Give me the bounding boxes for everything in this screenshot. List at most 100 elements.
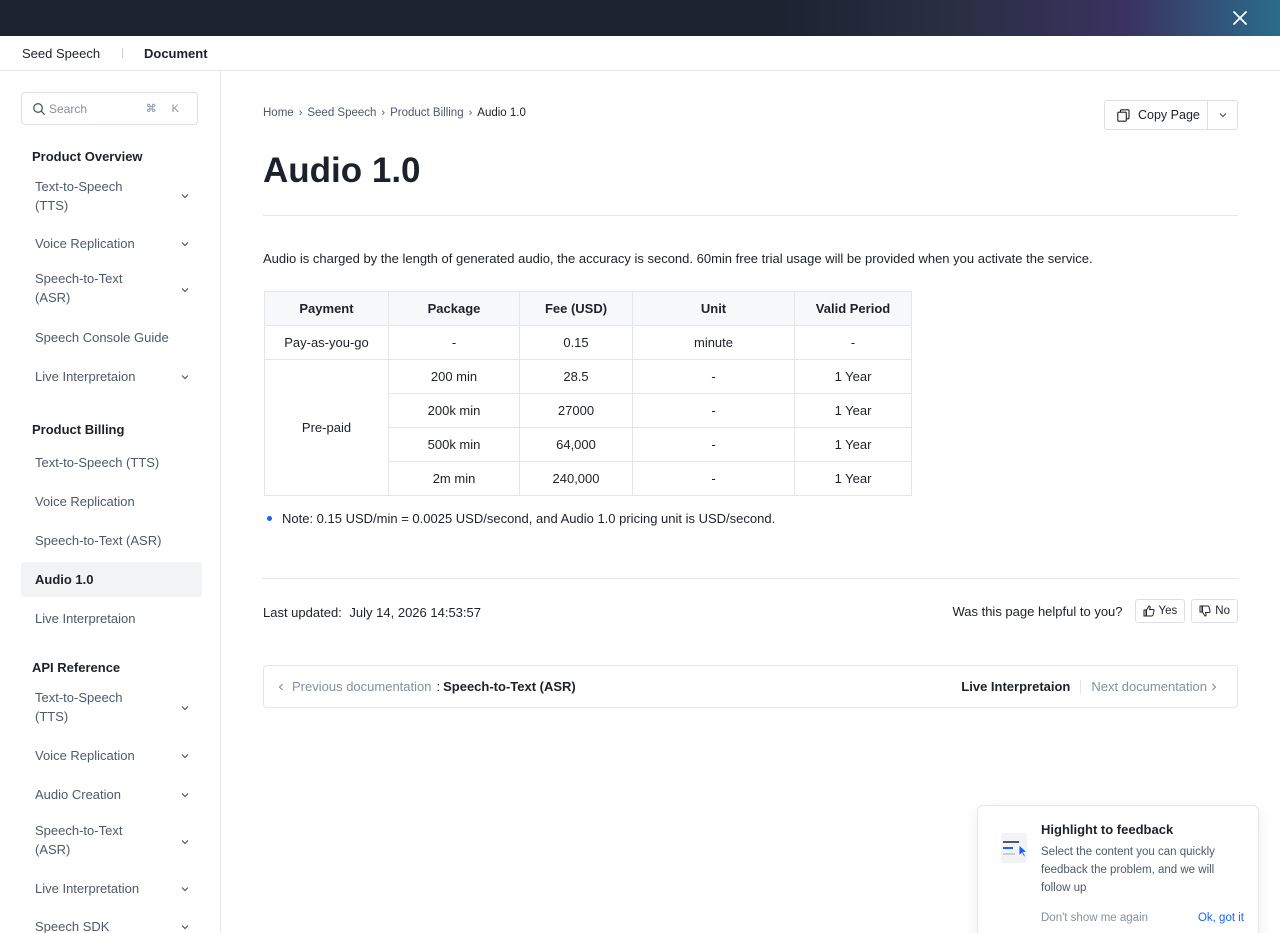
- sidebar-item-api-audio-creation[interactable]: Audio Creation: [21, 785, 202, 805]
- next-doc-title: Live Interpretaion: [961, 679, 1071, 694]
- sidebar-item-billing-asr[interactable]: Speech-to-Text (ASR): [21, 531, 202, 551]
- highlight-feedback-popup: Highlight to feedback Select the content…: [977, 805, 1259, 933]
- table-cell: -: [632, 427, 795, 462]
- sidebar-item-speech-console-guide[interactable]: Speech Console Guide: [21, 328, 202, 348]
- table-cell: 28.5: [519, 359, 633, 394]
- breadcrumb-home[interactable]: Home: [263, 107, 294, 119]
- chevron-down-icon: [181, 706, 189, 711]
- sidebar-item-label: Speech SDK: [35, 919, 110, 933]
- previous-doc-separator: :: [436, 679, 441, 694]
- table-row: Pre-paid 200 min 28.5 - 1 Year: [264, 359, 912, 496]
- table-cell: 200k min: [388, 393, 520, 428]
- chevron-down-icon: [1219, 113, 1226, 118]
- brand-link[interactable]: Seed Speech: [22, 46, 100, 61]
- table-cell: 2m min: [388, 461, 520, 496]
- next-doc-divider: [1080, 679, 1082, 694]
- sidebar-item-api-live-interpretation[interactable]: Live Interpretation: [21, 879, 202, 899]
- document-tab[interactable]: Document: [144, 46, 208, 61]
- column-header: Payment: [264, 291, 389, 326]
- sidebar: Search ⌘ K Product Overview Text-to-Spee…: [0, 71, 221, 933]
- table-cell: Pay-as-you-go: [264, 325, 389, 360]
- dont-show-again-button[interactable]: Don't show me again: [1041, 912, 1148, 924]
- no-label: No: [1215, 605, 1230, 617]
- bullet-dot: [267, 516, 272, 521]
- chevron-left-icon: [278, 683, 283, 690]
- table-cell: 27000: [519, 393, 633, 428]
- chevron-down-icon: [181, 754, 189, 759]
- copy-page-button[interactable]: Copy Page: [1105, 101, 1208, 129]
- next-doc-link[interactable]: Live Interpretaion Next documentation: [961, 679, 1219, 694]
- content-divider: [263, 578, 1238, 579]
- table-cell: -: [388, 325, 520, 360]
- table-cell: -: [632, 393, 795, 428]
- sidebar-item-label: Voice Replication: [35, 494, 135, 509]
- column-header: Unit: [632, 291, 795, 326]
- no-button[interactable]: No: [1191, 599, 1238, 623]
- column-header: Fee (USD): [519, 291, 633, 326]
- pricing-note-text: Note: 0.15 USD/min = 0.0025 USD/second, …: [282, 511, 776, 526]
- table-cell: -: [632, 461, 795, 496]
- sidebar-item-api-speech-sdk[interactable]: Speech SDK: [21, 917, 202, 933]
- group-title-product-billing: Product Billing: [32, 422, 125, 437]
- copy-page-dropdown[interactable]: [1208, 101, 1237, 129]
- table-cell: minute: [632, 325, 795, 360]
- yes-label: Yes: [1158, 605, 1178, 617]
- last-updated: Last updated: July 14, 2026 14:53:57: [263, 605, 481, 620]
- next-doc-label: Next documentation: [1091, 679, 1207, 694]
- chevron-down-icon: [181, 242, 189, 247]
- chevron-down-icon: [181, 793, 189, 798]
- search-shortcut: ⌘ K: [145, 103, 185, 115]
- search-icon: [33, 103, 45, 115]
- table-cell: -: [632, 359, 795, 394]
- chevron-right-icon: ›: [298, 107, 303, 119]
- sidebar-item-overview-asr[interactable]: Speech-to-Text (ASR): [21, 269, 202, 309]
- thumbs-up-icon: [1143, 605, 1155, 617]
- sidebar-item-api-voice-replication[interactable]: Voice Replication: [21, 746, 202, 766]
- sidebar-item-label: Text-to-Speech (TTS): [35, 455, 160, 470]
- chevron-down-icon: [181, 375, 189, 380]
- table-row: Pay-as-you-go - 0.15 minute -: [264, 325, 912, 360]
- copy-page-label: Copy Page: [1138, 108, 1200, 122]
- table-cell: 200 min: [388, 359, 520, 394]
- chevron-down-icon: [181, 288, 189, 293]
- pricing-table: Payment Package Fee (USD) Unit Valid Per…: [264, 291, 912, 496]
- sidebar-item-billing-live-interpretaion[interactable]: Live Interpretaion: [21, 609, 202, 629]
- table-cell: 1 Year: [794, 427, 912, 462]
- sidebar-item-overview-voice-replication[interactable]: Voice Replication: [21, 234, 202, 254]
- chevron-down-icon: [181, 840, 189, 845]
- page-title: Audio 1.0: [263, 151, 421, 190]
- table-cell: 1 Year: [794, 461, 912, 496]
- search-placeholder: Search: [49, 102, 88, 116]
- table-cell: -: [794, 325, 912, 360]
- sidebar-item-overview-live-interpretaion[interactable]: Live Interpretaion: [21, 367, 202, 387]
- sidebar-item-api-tts[interactable]: Text-to-Speech (TTS): [21, 687, 202, 727]
- previous-doc-title: Speech-to-Text (ASR): [443, 679, 576, 694]
- sidebar-item-label: Speech Console Guide: [35, 330, 169, 345]
- sidebar-item-label: Live Interpretation: [35, 881, 140, 896]
- chevron-down-icon: [181, 194, 189, 199]
- sidebar-item-audio-1-0[interactable]: Audio 1.0: [21, 562, 202, 597]
- doc-header: Seed Speech Document: [0, 36, 1280, 71]
- search-input[interactable]: Search ⌘ K: [21, 92, 198, 125]
- chevron-down-icon: [181, 887, 189, 892]
- sidebar-item-billing-voice-replication[interactable]: Voice Replication: [21, 492, 202, 512]
- previous-doc-link[interactable]: Previous documentation : Speech-to-Text …: [276, 679, 576, 694]
- table-cell: 1 Year: [794, 359, 912, 394]
- breadcrumb-product-billing[interactable]: Product Billing: [390, 107, 464, 119]
- sidebar-item-label: Text-to-Speech (TTS): [35, 179, 123, 213]
- column-header: Package: [388, 291, 520, 326]
- table-cell-merged: Pre-paid: [264, 359, 389, 496]
- column-header: Valid Period: [794, 291, 912, 326]
- sidebar-item-label: Voice Replication: [35, 748, 135, 763]
- yes-button[interactable]: Yes: [1134, 599, 1186, 623]
- ok-got-it-button[interactable]: Ok, got it: [1198, 912, 1244, 924]
- sidebar-item-api-asr[interactable]: Speech-to-Text (ASR): [21, 821, 202, 861]
- sidebar-item-billing-tts[interactable]: Text-to-Speech (TTS): [21, 453, 202, 473]
- close-icon[interactable]: [1230, 8, 1250, 28]
- highlight-cursor-icon: [1001, 833, 1028, 863]
- sidebar-item-overview-tts[interactable]: Text-to-Speech (TTS): [21, 176, 202, 216]
- helpful-feedback: Was this page helpful to you? Yes No: [952, 599, 1238, 623]
- copy-page-button-group: Copy Page: [1104, 100, 1238, 130]
- sidebar-item-label: Speech-to-Text (ASR): [35, 271, 123, 305]
- breadcrumb-seed-speech[interactable]: Seed Speech: [307, 107, 376, 119]
